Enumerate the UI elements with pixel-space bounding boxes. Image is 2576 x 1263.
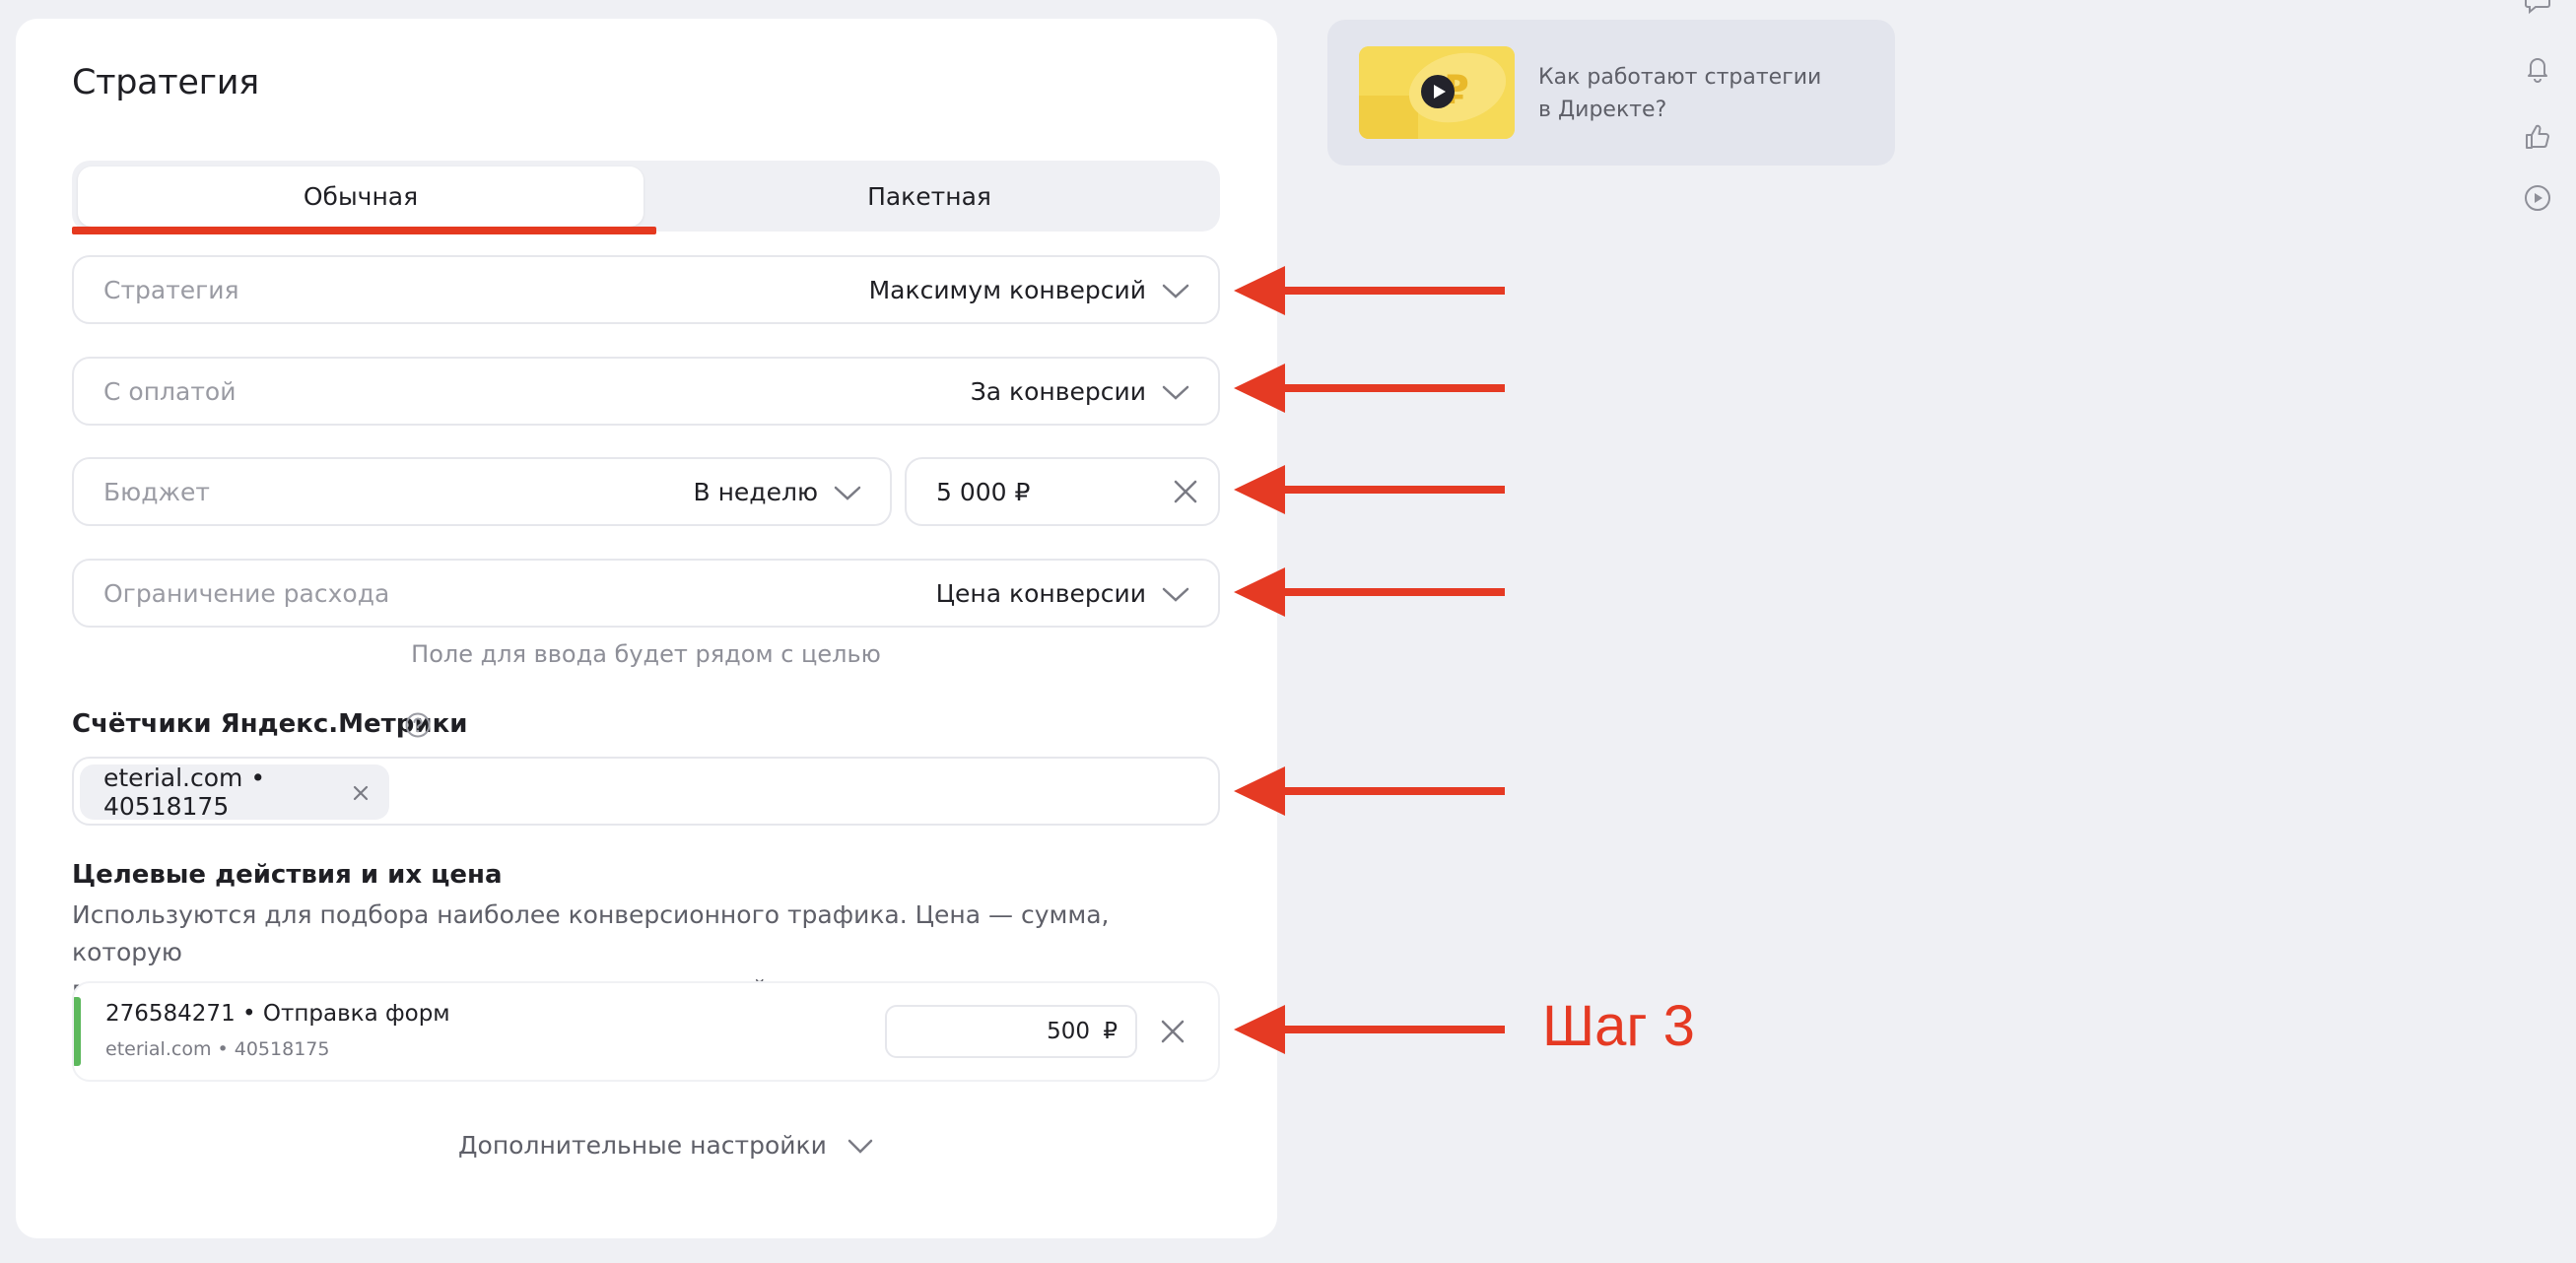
promo-text: Как работают стратегии в Директе? xyxy=(1538,61,1821,126)
annotation-arrow xyxy=(1234,567,1505,617)
annotation-arrow xyxy=(1234,266,1505,315)
annotation-step-label: Шаг 3 xyxy=(1542,994,1695,1058)
budget-period-select[interactable]: Бюджет В неделю xyxy=(72,457,892,526)
payment-label: С оплатой xyxy=(103,376,237,406)
goal-price-currency: ₽ xyxy=(1103,1019,1118,1044)
annotation-arrow xyxy=(1234,1005,1505,1054)
annotation-arrow xyxy=(1234,465,1505,514)
goal-counter: eterial.com • 40518175 xyxy=(105,1038,330,1060)
tab-regular[interactable]: Обычная xyxy=(78,166,644,227)
promo-card[interactable]: ₽ Как работают стратегии в Директе? xyxy=(1327,20,1895,166)
budget-amount-input[interactable]: 5 000 ₽ xyxy=(905,457,1220,526)
play-video-icon[interactable] xyxy=(1420,74,1456,109)
chevron-down-icon xyxy=(1162,587,1189,602)
goals-description-line: Используются для подбора наиболее конвер… xyxy=(72,900,1110,966)
spend-limit-value: Цена конверсии xyxy=(935,578,1146,608)
remove-goal-icon[interactable] xyxy=(1158,1017,1187,1046)
tab-package[interactable]: Пакетная xyxy=(644,166,1215,227)
chevron-down-icon xyxy=(834,486,861,500)
promo-line: в Директе? xyxy=(1538,98,1667,122)
strategy-tabs: Обычная Пакетная xyxy=(72,161,1220,232)
strategy-label: Стратегия xyxy=(103,275,239,304)
strategy-value: Максимум конверсий xyxy=(868,275,1146,304)
strategy-select[interactable]: Стратегия Максимум конверсий xyxy=(72,255,1220,324)
additional-settings-label: Дополнительные настройки xyxy=(458,1131,827,1160)
remove-chip-icon[interactable] xyxy=(352,784,370,802)
help-icon[interactable] xyxy=(404,711,432,739)
goal-price-input[interactable]: 500 ₽ xyxy=(885,1005,1137,1058)
page-title: Стратегия xyxy=(72,63,259,102)
goal-item: 276584271 • Отправка форм eterial.com • … xyxy=(72,981,1220,1082)
counter-chip-label: eterial.com • 40518175 xyxy=(103,764,266,821)
annotation-arrow xyxy=(1234,364,1505,413)
chat-icon[interactable] xyxy=(2523,0,2552,16)
payment-select[interactable]: С оплатой За конверсии xyxy=(72,357,1220,426)
bell-icon[interactable] xyxy=(2523,53,2552,83)
annotation-underline xyxy=(72,227,656,234)
hint-text: Поле для ввода будет рядом с целью xyxy=(411,640,881,668)
spend-limit-label: Ограничение расхода xyxy=(103,578,390,608)
play-icon[interactable] xyxy=(2523,183,2552,213)
chevron-down-icon xyxy=(1162,385,1189,400)
goal-price-value: 500 xyxy=(1047,1019,1090,1044)
spend-limit-select[interactable]: Ограничение расхода Цена конверсии xyxy=(72,559,1220,628)
budget-period-value: В неделю xyxy=(693,477,818,506)
promo-line: Как работают стратегии xyxy=(1538,65,1822,90)
payment-value: За конверсии xyxy=(970,376,1146,406)
thumbs-up-icon[interactable] xyxy=(2523,122,2552,152)
budget-amount-value: 5 000 ₽ xyxy=(936,477,1031,506)
metrika-counters-input[interactable]: eterial.com • 40518175 xyxy=(72,757,1220,826)
goal-name: 276584271 • Отправка форм xyxy=(105,1001,450,1027)
additional-settings-toggle[interactable]: Дополнительные настройки xyxy=(458,1131,873,1160)
goals-title: Целевые действия и их цена xyxy=(72,860,503,890)
annotation-arrow xyxy=(1234,766,1505,816)
goal-status-bar xyxy=(74,997,81,1066)
budget-label: Бюджет xyxy=(103,477,210,506)
chevron-down-icon xyxy=(1162,284,1189,299)
clear-icon[interactable] xyxy=(1171,477,1200,506)
counter-chip: eterial.com • 40518175 xyxy=(80,764,389,821)
promo-thumbnail[interactable]: ₽ xyxy=(1359,46,1515,139)
chevron-down-icon xyxy=(847,1139,873,1154)
